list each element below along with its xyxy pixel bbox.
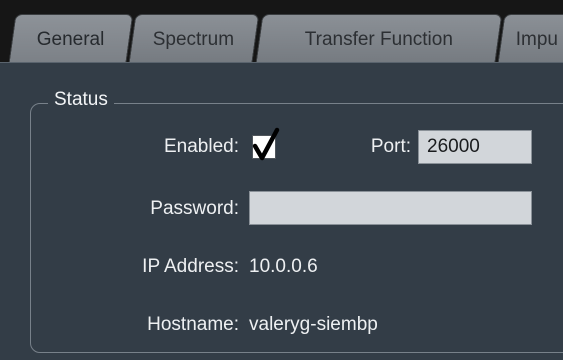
hostname-label: Hostname: bbox=[147, 314, 239, 335]
password-field[interactable] bbox=[249, 191, 532, 225]
tab-general-label: General bbox=[36, 29, 105, 50]
port-label: Port: bbox=[370, 136, 411, 157]
status-group-title: Status bbox=[48, 87, 114, 113]
tab-impu-label: Impu bbox=[515, 29, 558, 50]
tab-transfer-function-label: Transfer Function bbox=[304, 29, 453, 50]
tab-bar: General Spectrum Transfer Function Impu bbox=[0, 0, 563, 62]
ip-address-label: IP Address: bbox=[142, 256, 239, 277]
general-panel: Status Enabled: Port: 26000 Password: IP… bbox=[0, 62, 563, 360]
tab-impu[interactable]: Impu bbox=[497, 14, 563, 62]
enabled-label: Enabled: bbox=[163, 136, 239, 157]
tab-transfer-function[interactable]: Transfer Function bbox=[255, 14, 503, 62]
checkmark-icon bbox=[252, 127, 280, 161]
tab-spectrum-label: Spectrum bbox=[153, 29, 235, 50]
enabled-checkbox[interactable] bbox=[252, 127, 280, 161]
password-label: Password: bbox=[150, 198, 239, 219]
tab-general[interactable]: General bbox=[8, 14, 134, 62]
tab-spectrum[interactable]: Spectrum bbox=[128, 14, 260, 62]
port-field[interactable]: 26000 bbox=[418, 130, 532, 164]
settings-window: General Spectrum Transfer Function Impu … bbox=[0, 0, 563, 360]
ip-address-value: 10.0.0.6 bbox=[249, 256, 318, 277]
hostname-value: valeryg-siembp bbox=[249, 314, 378, 335]
